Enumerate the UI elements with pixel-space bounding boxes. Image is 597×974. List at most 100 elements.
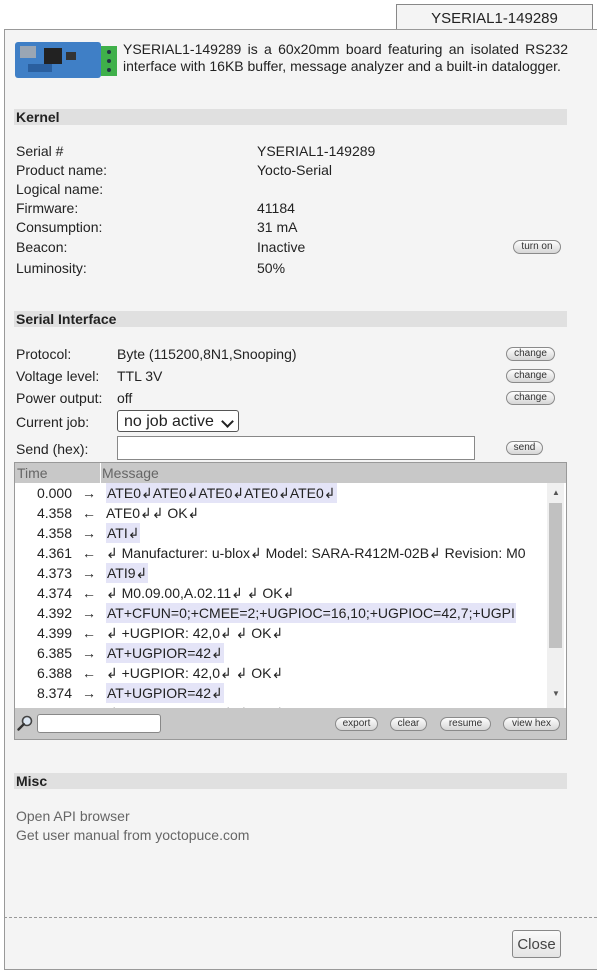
user-manual-link[interactable]: Get user manual from yoctopuce.com: [16, 827, 249, 843]
protocol-label: Protocol:: [16, 346, 72, 362]
log-row-message: ATE0↲↲ OK↲: [106, 505, 200, 521]
log-row: 6.385 → AT+UGPIOR=42↲: [15, 643, 546, 663]
protocol-change-button[interactable]: change: [506, 347, 555, 361]
log-row-direction: →: [82, 645, 96, 661]
beacon-value: Inactive: [257, 239, 306, 255]
log-toolbar: export clear resume view hex: [15, 708, 566, 739]
luminosity-label: Luminosity:: [16, 260, 87, 276]
job-label: Current job:: [16, 414, 90, 430]
log-row-direction: ←: [82, 505, 96, 521]
log-row-direction: →: [82, 605, 96, 621]
board-image: [15, 42, 117, 78]
close-button[interactable]: Close: [512, 930, 561, 958]
serial-label: Serial #: [16, 143, 64, 159]
log-row-direction: ←: [82, 545, 96, 561]
log-row: 8.374 → AT+UGPIOR=42↲: [15, 683, 546, 703]
log-row-direction: ←: [82, 625, 96, 641]
log-row-direction: →: [82, 685, 96, 701]
log-row: 4.374 ← ↲ M0.09.00,A.02.11↲ ↲ OK↲: [15, 583, 546, 603]
view-hex-button[interactable]: view hex: [503, 717, 560, 731]
log-row-message: ↲ +UGPIOR: 42,0↲ ↲ OK↲: [106, 625, 284, 641]
footer-divider: [4, 917, 597, 918]
log-row-time: 4.358: [36, 525, 72, 541]
log-row: 4.399 ← ↲ +UGPIOR: 42,0↲ ↲ OK↲: [15, 623, 546, 643]
log-row-direction: ←: [82, 665, 96, 681]
serial-section-title: Serial Interface: [14, 311, 567, 327]
log-row-message: ↲ M0.09.00,A.02.11↲ ↲ OK↲: [106, 585, 295, 601]
firmware-value: 41184: [257, 200, 295, 216]
log-header: Time Message: [15, 463, 566, 483]
send-hex-input[interactable]: [117, 436, 475, 460]
consumption-label: Consumption:: [16, 219, 103, 235]
log-rows[interactable]: 0.000 → ATE0↲ATE0↲ATE0↲ATE0↲ATE0↲ 4.358 ← ATE…: [15, 483, 546, 708]
message-log: Time Message 0.000 → ATE0↲ATE0↲ATE0↲ATE0↲A…: [14, 462, 567, 740]
log-row-time: 4.373: [36, 565, 72, 581]
log-row-message: ↲ Manufacturer: u-blox↲ Model: SARA-R412…: [106, 545, 526, 561]
log-row: 0.000 → ATE0↲ATE0↲ATE0↲ATE0↲ATE0↲: [15, 483, 546, 503]
log-row-time: 4.374: [36, 585, 72, 601]
job-select-value: no job active: [124, 413, 214, 430]
voltage-change-button[interactable]: change: [506, 369, 555, 383]
search-icon: [17, 715, 33, 731]
protocol-value: Byte (115200,8N1,Snooping): [117, 346, 297, 362]
voltage-value: TTL 3V: [117, 368, 163, 384]
logical-label: Logical name:: [16, 181, 104, 197]
product-value: Yocto-Serial: [257, 162, 332, 178]
log-row-direction: →: [82, 525, 96, 541]
scroll-down-icon[interactable]: ▼: [552, 689, 560, 698]
api-browser-link[interactable]: Open API browser: [16, 808, 130, 824]
log-row: 4.392 → AT+CFUN=0;+CMEE=2;+UGPIOC=16,10;+U…: [15, 603, 546, 623]
log-row-message: ATI↲: [106, 523, 141, 543]
log-row: 4.358 → ATI↲: [15, 523, 546, 543]
log-row-direction: →: [82, 485, 96, 501]
log-row-time: 6.385: [36, 645, 72, 661]
log-scrollbar[interactable]: ▲ ▼: [547, 483, 564, 708]
resume-button[interactable]: resume: [440, 717, 491, 731]
power-change-button[interactable]: change: [506, 391, 555, 405]
firmware-label: Firmware:: [16, 200, 79, 216]
log-row: 4.373 → ATI9↲: [15, 563, 546, 583]
log-row: 6.388 ← ↲ +UGPIOR: 42,0↲ ↲ OK↲: [15, 663, 546, 683]
job-select[interactable]: no job active: [117, 410, 239, 432]
power-label: Power output:: [16, 390, 103, 406]
tab-device[interactable]: YSERIAL1-149289: [396, 4, 593, 29]
col-time-header: Time: [17, 465, 48, 481]
luminosity-value: 50%: [257, 260, 286, 276]
beacon-label: Beacon:: [16, 239, 68, 255]
log-row-time: 4.361: [36, 545, 72, 561]
send-button[interactable]: send: [506, 441, 543, 455]
log-row: 4.361 ← ↲ Manufacturer: u-blox↲ Model: SAR…: [15, 543, 546, 563]
scroll-thumb[interactable]: [549, 503, 562, 648]
log-row: 4.358 ← ATE0↲↲ OK↲: [15, 503, 546, 523]
scroll-up-icon[interactable]: ▲: [552, 488, 560, 497]
misc-section-title: Misc: [14, 773, 567, 789]
col-separator: [100, 463, 101, 483]
product-label: Product name:: [16, 162, 108, 178]
log-row-time: 0.000: [36, 485, 72, 501]
power-value: off: [117, 390, 133, 406]
log-row-time: 4.392: [36, 605, 72, 621]
voltage-label: Voltage level:: [16, 368, 100, 384]
log-row-direction: ←: [82, 585, 96, 601]
log-row-message: AT+UGPIOR=42↲: [106, 683, 224, 703]
clear-button[interactable]: clear: [390, 717, 427, 731]
beacon-turn-on-button[interactable]: turn on: [513, 240, 561, 254]
log-row-message: AT+UGPIOR=42↲: [106, 643, 224, 663]
log-row-message: AT+CFUN=0;+CMEE=2;+UGPIOC=16,10;+UGPIOC=…: [106, 603, 516, 623]
log-row-message: ATI9↲: [106, 563, 149, 583]
log-row-message: ↲ +UGPIOR: 42,0↲ ↲ OK↲: [106, 665, 284, 681]
send-label: Send (hex):: [16, 441, 89, 457]
log-row-direction: →: [82, 565, 96, 581]
device-description: YSERIAL1-149289 is a 60x20mm board featu…: [123, 41, 568, 74]
chevron-down-icon: [221, 415, 234, 428]
log-row-time: 6.388: [36, 665, 72, 681]
log-row-time: 4.358: [36, 505, 72, 521]
consumption-value: 31 mA: [257, 219, 298, 235]
serial-value: YSERIAL1-149289: [257, 143, 376, 159]
log-row-message: ATE0↲ATE0↲ATE0↲ATE0↲ATE0↲: [106, 483, 337, 503]
log-row-time: 4.399: [36, 625, 72, 641]
log-filter-input[interactable]: [37, 714, 161, 733]
col-message-header: Message: [102, 465, 159, 481]
export-button[interactable]: export: [335, 717, 378, 731]
log-row-time: 8.374: [36, 685, 72, 701]
